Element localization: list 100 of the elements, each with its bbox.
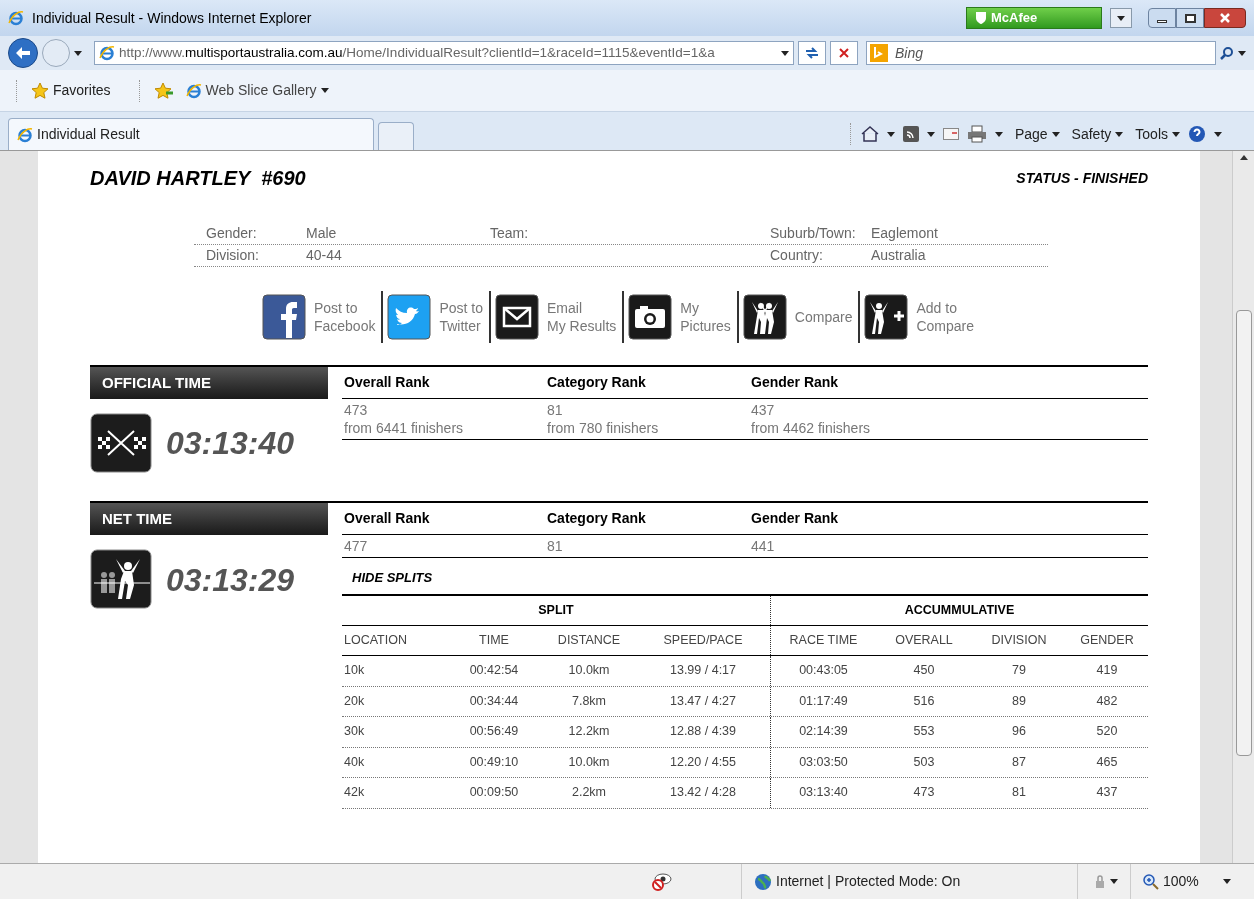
- close-icon: [1220, 13, 1230, 23]
- table-cell-text: 81: [1011, 784, 1027, 802]
- share-action-link[interactable]: My: [680, 299, 731, 317]
- scroll-up-arrow-icon[interactable]: [1239, 155, 1248, 160]
- share-action-link[interactable]: Compare: [916, 317, 975, 335]
- browser-logo-icon: [17, 126, 33, 143]
- column-heading: TIME: [478, 632, 510, 650]
- printer-icon[interactable]: [966, 125, 987, 143]
- privacy-eye-icon: [650, 871, 672, 892]
- addon-toolbar[interactable]: McAfee: [966, 7, 1102, 29]
- share-action-link[interactable]: Add to: [916, 299, 975, 317]
- column-heading: DISTANCE: [556, 632, 622, 650]
- dropdown-caret-icon[interactable]: [1172, 131, 1180, 137]
- addon-dropdown-button[interactable]: [1110, 8, 1132, 28]
- share-action-link[interactable]: Facebook: [313, 317, 376, 335]
- add-favorite-star-icon[interactable]: [153, 81, 174, 100]
- dropdown-caret-icon[interactable]: [1051, 131, 1060, 137]
- help-icon[interactable]: [1188, 125, 1206, 143]
- address-field[interactable]: http://www.multisportaustralia.com.au/Home/IndividualResult?clientId=1&raceId=1115&eventId=1&a: [94, 41, 794, 65]
- table-cell-text: 89: [1011, 692, 1027, 710]
- dropdown-caret-icon[interactable]: [1117, 15, 1125, 21]
- vertical-scrollbar[interactable]: [1232, 151, 1254, 863]
- refresh-arrows-icon: [805, 47, 819, 59]
- minimize-button[interactable]: [1148, 8, 1176, 28]
- browser-logo-icon: [185, 82, 202, 99]
- table-cell-text: 450: [912, 662, 936, 680]
- share-action-link[interactable]: Pictures: [680, 317, 731, 335]
- rank-note: from 6441 finishers: [344, 419, 465, 437]
- runners-plus-icon[interactable]: [864, 294, 909, 340]
- rank-heading: Gender Rank: [750, 509, 840, 528]
- share-action-link[interactable]: Compare: [794, 308, 853, 326]
- column-heading: LOCATION: [343, 632, 408, 650]
- dropdown-caret-icon[interactable]: [1222, 879, 1231, 884]
- detail-value: Australia: [871, 246, 926, 265]
- detail-label: Team:: [490, 224, 529, 243]
- detail-value: Male: [306, 224, 337, 243]
- shield-icon: [975, 11, 987, 25]
- share-action-link[interactable]: Email: [547, 299, 617, 317]
- finish-line-runner-icon: [90, 549, 152, 611]
- column-heading: RACE TIME: [770, 626, 876, 655]
- column-heading: DIVISION: [990, 632, 1048, 650]
- bird-icon[interactable]: [387, 294, 432, 340]
- dropdown-caret-icon[interactable]: [886, 131, 895, 137]
- share-action-link[interactable]: Post to: [313, 299, 376, 317]
- table-cell: 00:43:05: [770, 656, 876, 686]
- share-action-link[interactable]: Twitter: [439, 317, 484, 335]
- star-icon: [31, 81, 49, 100]
- feed-icon[interactable]: [902, 126, 919, 142]
- command-menu-button[interactable]: Tools: [1135, 123, 1180, 145]
- close-button[interactable]: [1204, 8, 1246, 28]
- stop-button[interactable]: [830, 41, 858, 65]
- browser-tab[interactable]: Individual Result: [8, 118, 374, 150]
- search-field[interactable]: Bing: [866, 41, 1216, 65]
- share-action-link[interactable]: Post to: [439, 299, 484, 317]
- refresh-button[interactable]: [798, 41, 826, 65]
- favorites-button[interactable]: Favorites: [31, 80, 111, 101]
- dropdown-caret-icon[interactable]: [781, 50, 789, 56]
- mail-icon[interactable]: [942, 128, 959, 140]
- dropdown-caret-icon[interactable]: [320, 88, 329, 93]
- zoom-level-button[interactable]: 100%: [1131, 871, 1211, 892]
- command-menu-button[interactable]: Page: [1014, 123, 1060, 145]
- home-icon[interactable]: [860, 126, 879, 142]
- url-text: http://www.multisportaustralia.com.au/Home/IndividualResult?clientId=1&raceId=1115&eventId=1&a: [119, 43, 715, 62]
- dropdown-caret-icon[interactable]: [1238, 50, 1246, 56]
- dropdown-caret-icon[interactable]: [74, 50, 82, 56]
- column-heading: OVERALL: [894, 632, 954, 650]
- globe-icon: [754, 872, 772, 891]
- rank-heading: Category Rank: [546, 509, 647, 528]
- group-heading: ACCUMMULATIVE: [770, 596, 1148, 625]
- table-cell-text: 40k: [343, 753, 366, 771]
- detail-label: Gender:: [206, 224, 258, 243]
- section-header: NET TIME: [90, 503, 328, 535]
- facebook-icon[interactable]: [261, 294, 306, 340]
- dropdown-caret-icon[interactable]: [1214, 131, 1222, 137]
- dropdown-caret-icon[interactable]: [926, 131, 935, 137]
- command-menu-button[interactable]: Safety: [1071, 123, 1124, 145]
- web-slice-gallery-button[interactable]: Web Slice Gallery: [185, 80, 329, 101]
- detail-label: Suburb/Town:: [770, 224, 857, 243]
- table-cell: 02:14:39: [770, 717, 876, 747]
- runners-icon[interactable]: [742, 294, 787, 340]
- column-heading: GENDER: [1079, 632, 1135, 650]
- dropdown-caret-icon[interactable]: [1115, 131, 1124, 137]
- back-button[interactable]: [8, 38, 38, 68]
- dropdown-caret-icon[interactable]: [1110, 879, 1118, 884]
- search-icon[interactable]: [1220, 46, 1234, 60]
- finish-time: 03:13:40: [166, 424, 295, 463]
- table-cell-text: 516: [912, 692, 936, 710]
- detail-value: 40-44: [306, 246, 342, 265]
- share-action-link[interactable]: My Results: [547, 317, 617, 335]
- table-cell-text: 553: [912, 723, 936, 741]
- rank-note: from 780 finishers: [547, 419, 660, 437]
- browser-logo-icon: [99, 45, 115, 61]
- restore-button[interactable]: [1176, 8, 1204, 28]
- envelope-icon[interactable]: [495, 294, 540, 340]
- hide-splits-link[interactable]: HIDE SPLITS: [352, 568, 433, 588]
- table-cell-text: 473: [912, 784, 936, 802]
- camera-icon[interactable]: [628, 294, 673, 340]
- dropdown-caret-icon[interactable]: [994, 131, 1003, 137]
- table-cell-text: 10.0km: [567, 753, 611, 771]
- table-cell-text: 20k: [343, 692, 366, 710]
